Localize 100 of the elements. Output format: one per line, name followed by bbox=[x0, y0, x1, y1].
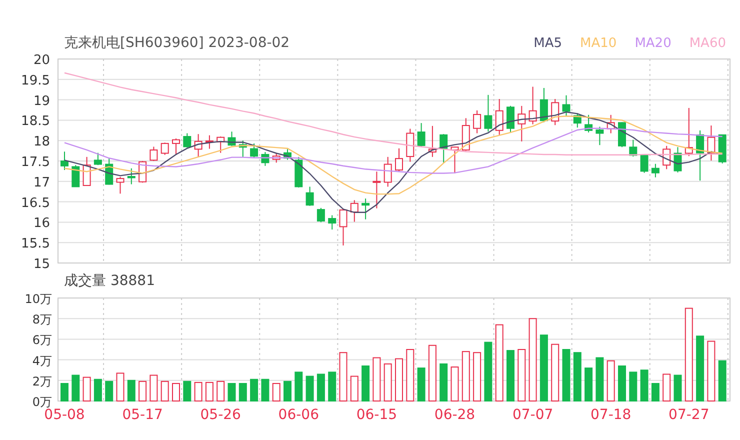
axis-label: 06-06 bbox=[278, 407, 319, 423]
axis-label: 07-18 bbox=[590, 407, 632, 423]
candlestick bbox=[662, 145, 671, 170]
axis-label: 05-17 bbox=[122, 407, 163, 423]
candlestick bbox=[94, 152, 102, 166]
volume-bar bbox=[72, 374, 80, 402]
candlestick bbox=[316, 207, 325, 223]
candlestick bbox=[495, 98, 504, 136]
candlestick bbox=[72, 164, 80, 188]
axis-label: 05-26 bbox=[200, 407, 241, 423]
volume-bar bbox=[662, 374, 671, 402]
axis-label: 6万 bbox=[32, 333, 52, 348]
axis-label: 20 bbox=[33, 53, 50, 68]
volume-bar bbox=[205, 382, 214, 402]
candlestick bbox=[160, 142, 169, 156]
volume-bar bbox=[127, 380, 136, 402]
candlestick bbox=[651, 163, 660, 178]
candlestick bbox=[216, 136, 225, 154]
axis-label: 15 bbox=[33, 257, 50, 270]
axis-label: 17 bbox=[33, 175, 50, 190]
volume-bar bbox=[60, 383, 68, 402]
volume-bar bbox=[573, 352, 582, 402]
candlestick bbox=[306, 186, 314, 206]
volume-bar bbox=[160, 380, 169, 402]
axis-label: 0万 bbox=[32, 395, 52, 409]
volume-bar bbox=[216, 380, 225, 402]
candlestick bbox=[250, 142, 258, 158]
candlestick bbox=[674, 146, 682, 173]
candlestick bbox=[718, 134, 726, 164]
candlestick bbox=[127, 168, 136, 185]
volume-bar bbox=[696, 336, 704, 402]
candlestick bbox=[450, 146, 459, 174]
axis-label: 16 bbox=[33, 216, 50, 232]
volume-bar bbox=[428, 344, 436, 402]
volume-bar bbox=[473, 352, 482, 402]
volume-bar bbox=[138, 380, 147, 402]
candlestick bbox=[406, 128, 414, 162]
volume-bar bbox=[417, 368, 426, 402]
volume-bar bbox=[328, 372, 336, 402]
volume-bar bbox=[440, 363, 448, 402]
axis-label: 07-07 bbox=[512, 407, 554, 423]
candlestick bbox=[294, 156, 303, 188]
candlestick bbox=[518, 105, 526, 142]
volume-bar bbox=[629, 372, 638, 402]
candlestick bbox=[484, 94, 492, 132]
volume-bar bbox=[272, 383, 280, 402]
candlestick bbox=[596, 126, 604, 146]
volume-bar bbox=[82, 376, 91, 402]
volume-bar bbox=[183, 380, 192, 402]
volume-bar bbox=[606, 360, 615, 402]
candlestick bbox=[606, 114, 615, 134]
volume-bar bbox=[718, 360, 726, 402]
volume-bar bbox=[406, 349, 414, 402]
candlestick bbox=[696, 130, 704, 182]
candlestick bbox=[228, 131, 236, 146]
candlestick bbox=[506, 105, 514, 133]
volume-bar bbox=[651, 383, 660, 402]
legend-label: MA10 bbox=[580, 36, 617, 50]
volume-bar bbox=[384, 363, 392, 402]
candlestick bbox=[284, 148, 292, 160]
candlestick bbox=[417, 122, 426, 148]
candlestick bbox=[183, 132, 192, 148]
candlestick bbox=[116, 176, 124, 194]
volume-bar bbox=[116, 372, 124, 402]
volume-bar bbox=[294, 372, 303, 402]
axis-label: 4万 bbox=[32, 354, 52, 368]
candlestick bbox=[82, 156, 91, 186]
candlestick bbox=[150, 146, 158, 162]
volume-bar bbox=[238, 383, 247, 402]
volume-bar bbox=[172, 383, 180, 402]
candlestick bbox=[350, 200, 358, 222]
axis-label: 15.5 bbox=[21, 236, 50, 252]
candlestick bbox=[339, 208, 348, 246]
volume-bar bbox=[284, 380, 292, 402]
candlestick bbox=[584, 114, 593, 133]
candlestick bbox=[395, 148, 403, 172]
legend-label: MA20 bbox=[634, 36, 672, 50]
candlestick bbox=[473, 110, 482, 134]
axis-label: 16.5 bbox=[21, 196, 50, 211]
candlestick bbox=[528, 86, 537, 125]
candlestick bbox=[462, 118, 470, 152]
candlestick bbox=[707, 125, 716, 162]
volume-bar bbox=[540, 334, 548, 402]
candlestick bbox=[238, 140, 247, 158]
volume-bar bbox=[506, 350, 514, 402]
volume-bar bbox=[618, 365, 626, 402]
candlestick bbox=[172, 138, 180, 156]
candlestick bbox=[540, 87, 548, 123]
candlestick bbox=[573, 112, 582, 128]
volume-bar bbox=[150, 374, 158, 402]
volume-bar bbox=[194, 382, 202, 402]
volume-bar bbox=[261, 378, 270, 402]
axis-label: 07-27 bbox=[668, 407, 710, 423]
candlestick bbox=[261, 152, 270, 166]
candlestick bbox=[60, 151, 68, 170]
volume-bar bbox=[518, 349, 526, 402]
volume-bar bbox=[339, 352, 348, 402]
candlestick bbox=[428, 125, 436, 158]
volume-bar bbox=[250, 378, 258, 402]
chart-title: 克来机电[SH603960] 2023-08-02 bbox=[64, 34, 290, 52]
